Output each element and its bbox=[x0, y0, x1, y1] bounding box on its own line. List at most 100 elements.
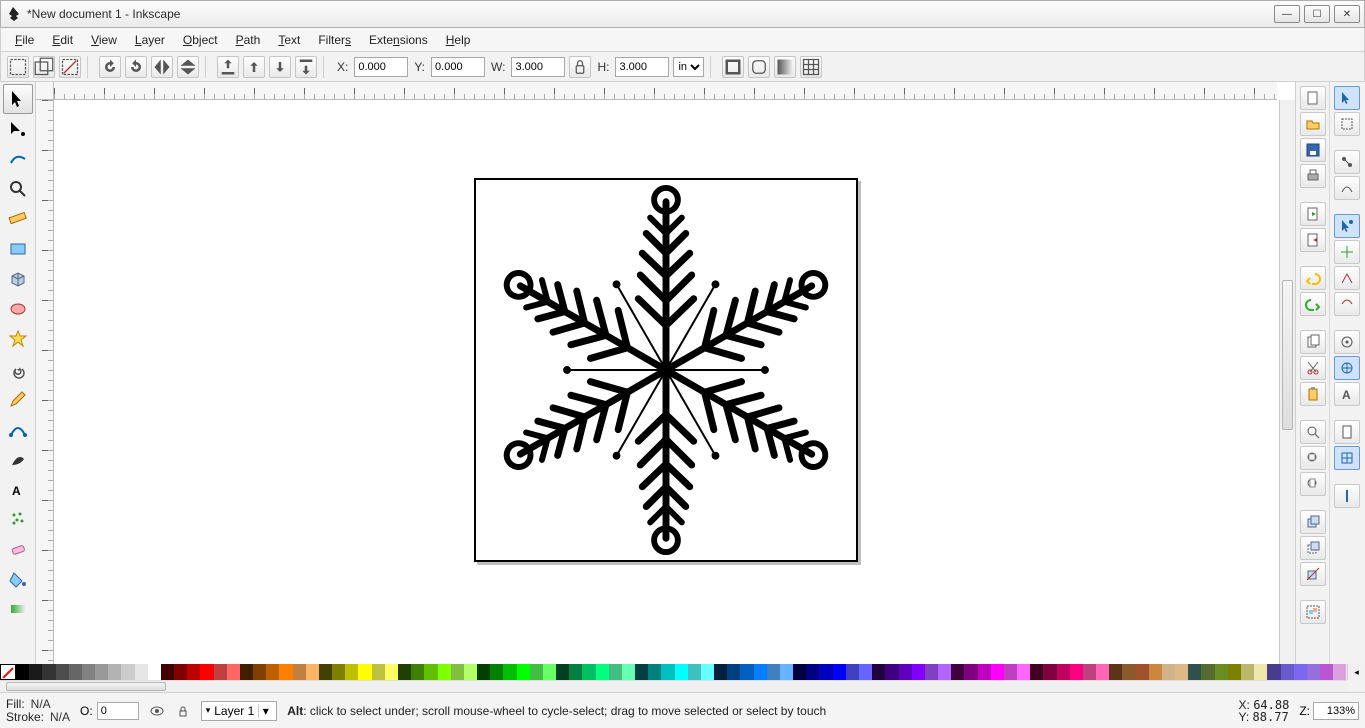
affect-gradient-button[interactable] bbox=[774, 56, 796, 78]
palette-swatch[interactable] bbox=[661, 664, 674, 680]
ruler-corner[interactable] bbox=[36, 82, 54, 100]
star-tool[interactable] bbox=[3, 324, 33, 354]
palette-swatch[interactable] bbox=[596, 664, 609, 680]
unit-select[interactable]: in bbox=[673, 57, 704, 77]
import-button[interactable] bbox=[1300, 202, 1326, 226]
fill-stroke-indicator[interactable]: Fill:N/A Stroke:N/A bbox=[6, 698, 70, 724]
snap-page-button[interactable] bbox=[1334, 420, 1360, 444]
maximize-button[interactable]: ☐ bbox=[1304, 5, 1330, 23]
menu-object[interactable]: Object bbox=[175, 31, 226, 49]
palette-scrollbar[interactable] bbox=[0, 680, 1347, 692]
flip-h-button[interactable] bbox=[151, 56, 173, 78]
palette-swatch[interactable] bbox=[29, 664, 42, 680]
snap-intersect-button[interactable] bbox=[1334, 240, 1360, 264]
palette-swatch[interactable] bbox=[517, 664, 530, 680]
palette-swatch[interactable] bbox=[833, 664, 846, 680]
menu-file[interactable]: File bbox=[7, 31, 42, 49]
palette-swatch[interactable] bbox=[1083, 664, 1096, 680]
palette-swatch[interactable] bbox=[819, 664, 832, 680]
lower-bottom-button[interactable] bbox=[295, 56, 317, 78]
palette-swatch[interactable] bbox=[1096, 664, 1109, 680]
palette-swatch[interactable] bbox=[872, 664, 885, 680]
palette-swatch[interactable] bbox=[688, 664, 701, 680]
palette-swatch[interactable] bbox=[1228, 664, 1241, 680]
palette-swatch[interactable] bbox=[1307, 664, 1320, 680]
palette-swatch[interactable] bbox=[912, 664, 925, 680]
palette-swatch[interactable] bbox=[569, 664, 582, 680]
palette-swatch[interactable] bbox=[56, 664, 69, 680]
close-button[interactable]: ✕ bbox=[1334, 5, 1360, 23]
lower-button[interactable] bbox=[269, 56, 291, 78]
palette-swatch[interactable] bbox=[740, 664, 753, 680]
raise-button[interactable] bbox=[243, 56, 265, 78]
palette-swatch[interactable] bbox=[727, 664, 740, 680]
affect-corners-button[interactable] bbox=[748, 56, 770, 78]
palette-swatch[interactable] bbox=[1149, 664, 1162, 680]
snap-paths-button[interactable] bbox=[1334, 176, 1360, 200]
layer-lock-toggle[interactable] bbox=[175, 703, 191, 719]
palette-swatch[interactable] bbox=[1043, 664, 1056, 680]
snap-guide-button[interactable] bbox=[1334, 484, 1360, 508]
palette-swatch[interactable] bbox=[385, 664, 398, 680]
snap-cusp-button[interactable] bbox=[1334, 266, 1360, 290]
menu-text[interactable]: Text bbox=[270, 31, 308, 49]
menu-filters[interactable]: Filters bbox=[310, 31, 359, 49]
palette-swatch[interactable] bbox=[899, 664, 912, 680]
w-input[interactable] bbox=[511, 57, 565, 77]
palette-swatch[interactable] bbox=[424, 664, 437, 680]
deselect-button[interactable] bbox=[59, 56, 81, 78]
palette-swatch[interactable] bbox=[135, 664, 148, 680]
palette-swatch[interactable] bbox=[1109, 664, 1122, 680]
palette-swatch[interactable] bbox=[69, 664, 82, 680]
x-input[interactable] bbox=[354, 57, 408, 77]
palette-swatch[interactable] bbox=[1004, 664, 1017, 680]
bezier-tool[interactable] bbox=[3, 414, 33, 444]
palette-swatch[interactable] bbox=[451, 664, 464, 680]
palette-swatch[interactable] bbox=[319, 664, 332, 680]
snap-smooth-button[interactable] bbox=[1334, 292, 1360, 316]
palette-swatch[interactable] bbox=[95, 664, 108, 680]
palette-swatch[interactable] bbox=[266, 664, 279, 680]
palette-swatch[interactable] bbox=[477, 664, 490, 680]
selector-tool[interactable] bbox=[3, 84, 33, 114]
palette-swatch[interactable] bbox=[609, 664, 622, 680]
new-doc-button[interactable] bbox=[1300, 86, 1326, 110]
palette-swatch[interactable] bbox=[530, 664, 543, 680]
redo-button[interactable] bbox=[1300, 292, 1326, 316]
palette-swatch[interactable] bbox=[372, 664, 385, 680]
palette-swatch[interactable] bbox=[1122, 664, 1135, 680]
rectangle-tool[interactable] bbox=[3, 234, 33, 264]
palette-swatch[interactable] bbox=[951, 664, 964, 680]
snap-grid-button[interactable] bbox=[1334, 446, 1360, 470]
spiral-tool[interactable] bbox=[3, 354, 33, 384]
menu-view[interactable]: View bbox=[83, 31, 125, 49]
menu-extensions[interactable]: Extensions bbox=[361, 31, 436, 49]
palette-swatch[interactable] bbox=[16, 664, 29, 680]
palette-swatch[interactable] bbox=[846, 664, 859, 680]
node-tool[interactable] bbox=[3, 114, 33, 144]
paste-button[interactable] bbox=[1300, 382, 1326, 406]
palette-swatch[interactable] bbox=[306, 664, 319, 680]
ruler-vertical[interactable] bbox=[36, 100, 54, 674]
group-button[interactable] bbox=[1300, 600, 1326, 624]
snap-bbox-button[interactable] bbox=[1334, 112, 1360, 136]
palette-swatch[interactable] bbox=[345, 664, 358, 680]
scrollbar-vertical[interactable] bbox=[1279, 100, 1295, 674]
palette-swatch[interactable] bbox=[174, 664, 187, 680]
layer-visibility-toggle[interactable] bbox=[149, 703, 165, 719]
palette-swatch[interactable] bbox=[793, 664, 806, 680]
palette-swatch[interactable] bbox=[1241, 664, 1254, 680]
print-button[interactable] bbox=[1300, 164, 1326, 188]
palette-swatch[interactable] bbox=[543, 664, 556, 680]
palette-swatch[interactable] bbox=[1281, 664, 1294, 680]
palette-swatch[interactable] bbox=[675, 664, 688, 680]
palette-swatch[interactable] bbox=[1294, 664, 1307, 680]
palette-swatch[interactable] bbox=[1030, 664, 1043, 680]
palette-swatch[interactable] bbox=[148, 664, 161, 680]
palette-swatch[interactable] bbox=[1215, 664, 1228, 680]
palette-menu-button[interactable]: ◂ bbox=[1347, 664, 1365, 680]
palette-swatch[interactable] bbox=[108, 664, 121, 680]
canvas[interactable] bbox=[54, 100, 1277, 674]
opacity-input[interactable] bbox=[97, 702, 139, 720]
unlink-clone-button[interactable] bbox=[1300, 562, 1326, 586]
